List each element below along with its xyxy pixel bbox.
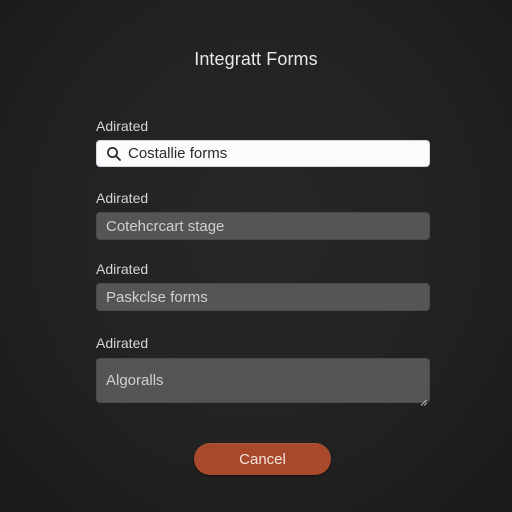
field-1-label: Adirated: [96, 118, 149, 134]
field-4-label: Adirated: [96, 335, 149, 351]
cancel-button[interactable]: Cancel: [194, 443, 331, 475]
field-3-input[interactable]: Paskclse forms: [96, 283, 430, 311]
field-2-value: Cotehcrcart stage: [106, 217, 225, 235]
field-3-value: Paskclse forms: [106, 288, 208, 306]
search-input-value: Costallie forms: [128, 145, 228, 162]
form-dialog: Integratt Forms Adirated Costallie forms…: [0, 0, 512, 512]
field-2-label: Adirated: [96, 190, 149, 206]
dialog-title: Integratt Forms: [194, 49, 318, 69]
search-icon: [106, 146, 122, 162]
field-4-value: Algoralls: [106, 372, 164, 389]
field-2-input[interactable]: Cotehcrcart stage: [96, 212, 430, 240]
search-input[interactable]: Costallie forms: [96, 140, 430, 167]
field-4-textarea[interactable]: Algoralls: [96, 358, 430, 406]
resize-grip-icon[interactable]: [420, 393, 427, 406]
field-3-label: Adirated: [96, 261, 149, 277]
